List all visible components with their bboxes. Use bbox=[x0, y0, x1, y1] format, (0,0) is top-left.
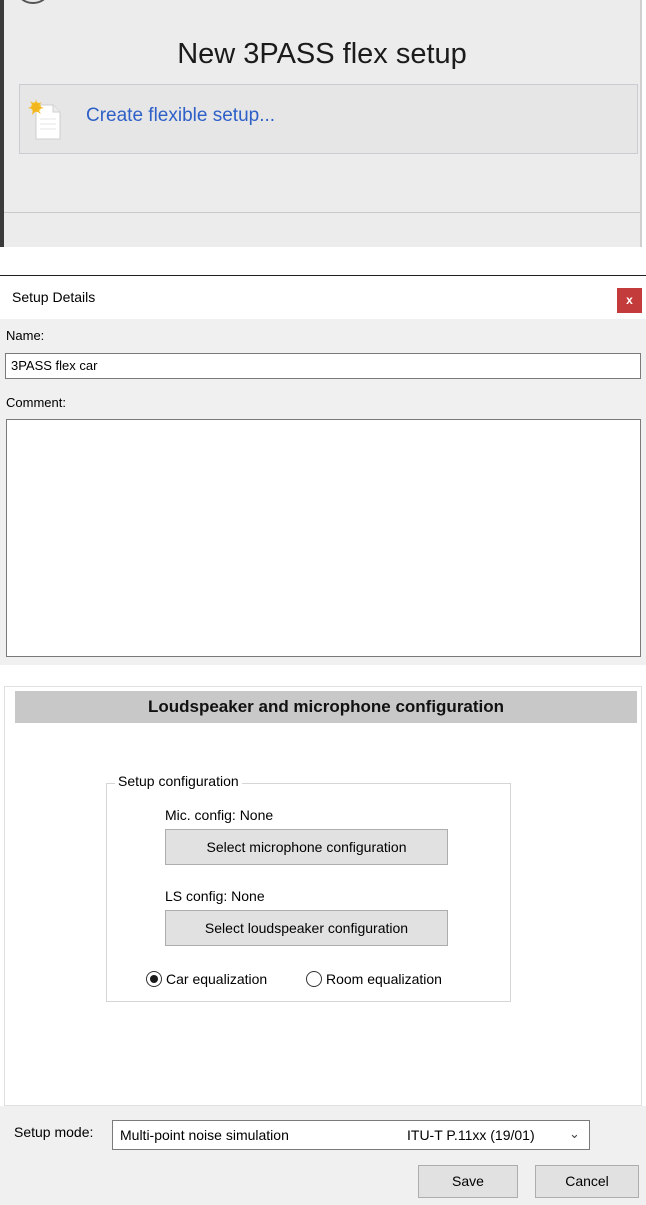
mic-config-label: Mic. config: None bbox=[165, 807, 274, 823]
group-label: Setup configuration bbox=[115, 773, 242, 789]
dialog-title: Setup Details bbox=[12, 289, 96, 305]
setup-mode-label: Setup mode: bbox=[14, 1124, 94, 1140]
configuration-panel: Loudspeaker and microphone configuration… bbox=[4, 686, 642, 1106]
comment-label: Comment: bbox=[6, 395, 66, 410]
comment-field[interactable] bbox=[6, 419, 641, 657]
room-equalization-label[interactable]: Room equalization bbox=[326, 971, 442, 987]
car-equalization-label[interactable]: Car equalization bbox=[166, 971, 267, 987]
setup-mode-select[interactable]: Multi-point noise simulation ITU-T P.11x… bbox=[112, 1120, 590, 1150]
panel-title: New 3PASS flex setup bbox=[177, 38, 467, 70]
divider bbox=[4, 212, 640, 213]
car-equalization-radio[interactable] bbox=[146, 971, 162, 987]
setup-mode-standard: ITU-T P.11xx (19/01) bbox=[407, 1127, 535, 1143]
room-equalization-radio[interactable] bbox=[306, 971, 322, 987]
partial-circle-icon bbox=[18, 0, 48, 4]
name-label: Name: bbox=[6, 328, 45, 343]
close-button[interactable]: x bbox=[617, 288, 642, 313]
configuration-header: Loudspeaker and microphone configuration bbox=[15, 691, 637, 723]
chevron-down-icon: ⌄ bbox=[569, 1126, 580, 1141]
setup-details-dialog: Setup Details x Name: 3PASS flex car Com… bbox=[0, 275, 646, 665]
footer-bar: Setup mode: Multi-point noise simulation… bbox=[0, 1106, 646, 1205]
ls-config-label: LS config: None bbox=[165, 888, 265, 904]
select-microphone-button[interactable]: Select microphone configuration bbox=[165, 829, 448, 865]
save-button[interactable]: Save bbox=[418, 1165, 518, 1198]
new-setup-panel: New 3PASS flex setup Create flexible set… bbox=[0, 0, 642, 247]
dialog-titlebar bbox=[0, 276, 646, 319]
create-flexible-setup-link[interactable]: Create flexible setup... bbox=[86, 105, 275, 127]
cancel-button[interactable]: Cancel bbox=[535, 1165, 639, 1198]
setup-mode-value: Multi-point noise simulation bbox=[120, 1127, 289, 1143]
select-loudspeaker-button[interactable]: Select loudspeaker configuration bbox=[165, 910, 448, 946]
new-document-icon bbox=[27, 99, 65, 141]
name-field[interactable]: 3PASS flex car bbox=[5, 353, 641, 379]
create-flexible-setup-item[interactable]: Create flexible setup... bbox=[19, 84, 638, 154]
